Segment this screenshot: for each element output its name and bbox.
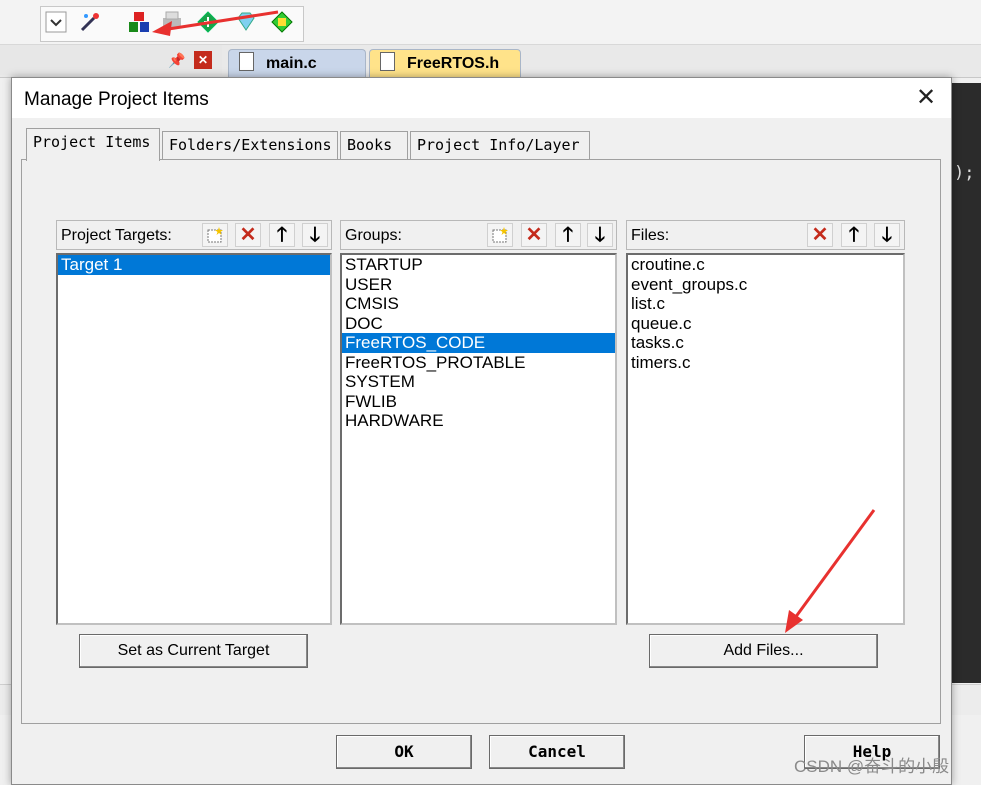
list-item-selected[interactable]: FreeRTOS_CODE [342, 333, 615, 353]
targets-header: Project Targets: ✕ 🡑 🡓 [56, 220, 332, 250]
print-icon[interactable] [160, 10, 184, 34]
code-editor[interactable]: ); [950, 83, 981, 683]
files-header: Files: ✕ 🡑 🡓 [626, 220, 905, 250]
tab-project-info-layer[interactable]: Project Info/Layer [410, 131, 590, 159]
tab-folders-extensions[interactable]: Folders/Extensions [162, 131, 338, 159]
cancel-button[interactable]: Cancel [489, 735, 625, 769]
list-item[interactable]: FWLIB [342, 392, 615, 412]
move-down-icon[interactable]: 🡓 [302, 223, 328, 247]
manage-project-items-icon[interactable] [127, 10, 151, 34]
move-up-icon[interactable]: 🡑 [269, 223, 295, 247]
list-item[interactable]: tasks.c [628, 333, 903, 353]
tab-books[interactable]: Books [340, 131, 408, 159]
ok-button[interactable]: OK [336, 735, 472, 769]
tab-label: main.c [266, 55, 317, 72]
panel-close-icon[interactable]: ✕ [194, 51, 212, 69]
file-icon [380, 52, 395, 71]
delete-target-icon[interactable]: ✕ [235, 223, 261, 247]
targets-list[interactable]: Target 1 [56, 253, 332, 625]
pin-icon[interactable]: 📌 [168, 52, 185, 68]
new-target-icon[interactable] [202, 223, 228, 247]
list-item[interactable]: Target 1 [58, 255, 330, 275]
tab-project-items[interactable]: Project Items [26, 128, 160, 161]
magic-wand-icon[interactable] [78, 10, 102, 34]
new-group-icon[interactable] [487, 223, 513, 247]
project-panel-header [0, 45, 222, 75]
list-item[interactable]: DOC [342, 314, 615, 334]
list-item[interactable]: USER [342, 275, 615, 295]
diamond-icon[interactable] [196, 10, 220, 34]
list-item[interactable]: queue.c [628, 314, 903, 334]
move-down-icon[interactable]: 🡓 [874, 223, 900, 247]
watermark: CSDN @奋斗的小殷 [794, 757, 950, 776]
code-text: ); [954, 163, 975, 183]
add-files-button[interactable]: Add Files... [649, 634, 878, 668]
manage-project-items-dialog: Manage Project Items ✕ Project Items Fol… [11, 77, 952, 785]
list-item[interactable]: list.c [628, 294, 903, 314]
move-down-icon[interactable]: 🡓 [587, 223, 613, 247]
tab-freertos-h[interactable]: FreeRTOS.h [369, 49, 521, 77]
list-item[interactable]: timers.c [628, 353, 903, 373]
groups-header: Groups: ✕ 🡑 🡓 [340, 220, 617, 250]
ide-toolbar [0, 0, 981, 45]
groups-list[interactable]: STARTUP USER CMSIS DOC FreeRTOS_CODE Fre… [340, 253, 617, 625]
tab-label: FreeRTOS.h [407, 55, 500, 72]
move-up-icon[interactable]: 🡑 [555, 223, 581, 247]
list-item[interactable]: FreeRTOS_PROTABLE [342, 353, 615, 373]
delete-file-icon[interactable]: ✕ [807, 223, 833, 247]
list-item[interactable]: STARTUP [342, 255, 615, 275]
move-up-icon[interactable]: 🡑 [841, 223, 867, 247]
groups-label: Groups: [345, 227, 402, 244]
list-item[interactable]: HARDWARE [342, 411, 615, 431]
file-icon [239, 52, 254, 71]
tab-main-c[interactable]: main.c [228, 49, 366, 77]
close-icon[interactable]: ✕ [912, 84, 940, 112]
pack-installer-icon[interactable] [270, 10, 294, 34]
files-list[interactable]: croutine.c event_groups.c list.c queue.c… [626, 253, 905, 625]
list-item[interactable]: CMSIS [342, 294, 615, 314]
dialog-title: Manage Project Items [24, 89, 209, 110]
delete-group-icon[interactable]: ✕ [521, 223, 547, 247]
list-item[interactable]: event_groups.c [628, 275, 903, 295]
gem-icon[interactable] [234, 10, 258, 34]
dialog-titlebar: Manage Project Items ✕ [12, 78, 951, 118]
set-current-target-button[interactable]: Set as Current Target [79, 634, 308, 668]
list-item[interactable]: SYSTEM [342, 372, 615, 392]
dropdown-icon[interactable] [44, 10, 68, 34]
files-label: Files: [631, 227, 670, 244]
list-item[interactable]: croutine.c [628, 255, 903, 275]
targets-label: Project Targets: [61, 227, 172, 244]
